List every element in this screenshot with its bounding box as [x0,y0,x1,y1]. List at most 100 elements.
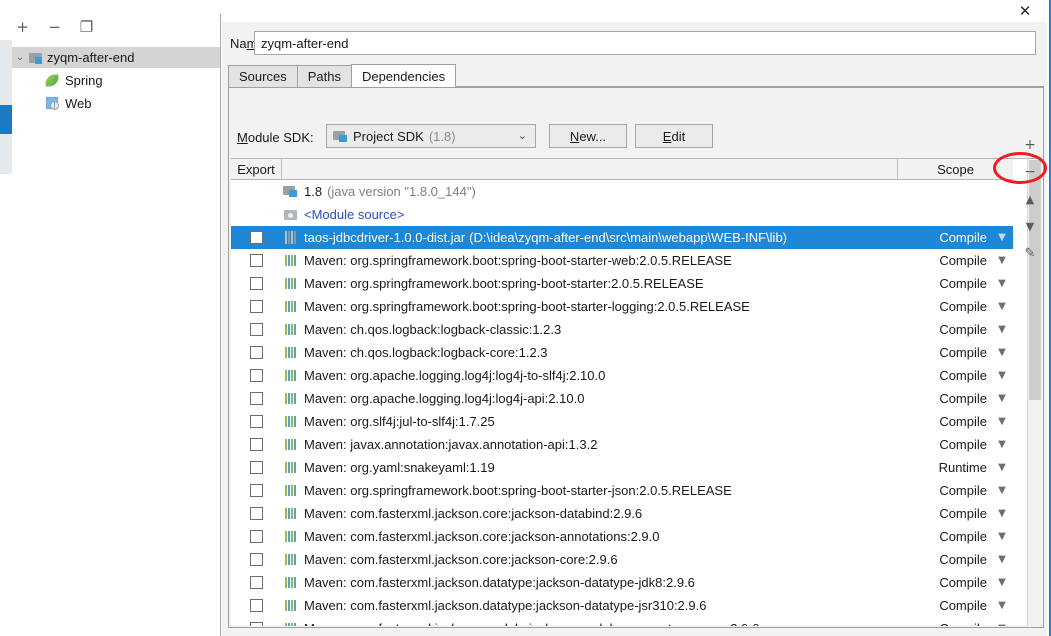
export-checkbox[interactable] [250,553,263,566]
export-checkbox[interactable] [250,392,263,405]
scope-cell[interactable]: Compile ▼ [898,226,1013,249]
export-checkbox[interactable] [250,323,263,336]
table-row[interactable]: Maven: org.springframework.boot:spring-b… [231,272,1013,295]
export-cell[interactable] [231,479,282,502]
export-cell[interactable] [231,295,282,318]
export-cell[interactable] [231,364,282,387]
scope-cell[interactable]: Compile ▼ [898,295,1013,318]
edit-sdk-button[interactable]: Edit [635,124,713,148]
chevron-down-icon[interactable]: ▼ [997,439,1007,450]
chevron-down-icon[interactable]: ▼ [997,531,1007,542]
export-cell[interactable] [231,502,282,525]
chevron-down-icon[interactable]: ⌄ [518,129,527,142]
export-cell[interactable] [231,617,282,626]
export-cell[interactable] [231,410,282,433]
copy-module-icon[interactable]: ❐ [78,19,95,36]
table-row[interactable]: Maven: com.fasterxml.jackson.datatype:ja… [231,571,1013,594]
tab-sources[interactable]: Sources [228,65,298,87]
add-dependency-icon[interactable]: + [1019,136,1041,154]
table-row[interactable]: Maven: javax.annotation:javax.annotation… [231,433,1013,456]
chevron-down-icon[interactable]: ▼ [997,278,1007,289]
export-checkbox[interactable] [250,231,263,244]
sidebar-item-web[interactable]: Web [12,93,220,114]
export-checkbox[interactable] [250,622,263,626]
module-name-input[interactable]: zyqm-after-end [254,31,1036,55]
table-row[interactable]: Maven: org.springframework.boot:spring-b… [231,249,1013,272]
scope-cell[interactable]: Compile ▼ [898,410,1013,433]
table-row[interactable]: Maven: com.fasterxml.jackson.module:jack… [231,617,1013,626]
tab-dependencies[interactable]: Dependencies [350,64,457,87]
export-cell[interactable] [231,318,282,341]
chevron-down-icon[interactable]: ▼ [997,393,1007,404]
export-cell[interactable] [231,548,282,571]
export-cell[interactable] [231,341,282,364]
scope-cell[interactable]: Compile ▼ [898,479,1013,502]
chevron-down-icon[interactable]: ▼ [997,416,1007,427]
table-row[interactable]: Maven: org.yaml:snakeyaml:1.19 Runtime ▼ [231,456,1013,479]
export-cell[interactable] [231,433,282,456]
export-checkbox[interactable] [250,530,263,543]
export-checkbox[interactable] [250,599,263,612]
export-checkbox[interactable] [250,576,263,589]
scope-cell[interactable]: Compile ▼ [898,387,1013,410]
table-row[interactable]: Maven: ch.qos.logback:logback-classic:1.… [231,318,1013,341]
sidebar-item-spring[interactable]: Spring [12,70,220,91]
new-sdk-button[interactable]: New... [549,124,627,148]
chevron-down-icon[interactable]: ▼ [997,255,1007,266]
chevron-down-icon[interactable]: ▼ [997,623,1007,626]
chevron-down-icon[interactable]: ▼ [997,508,1007,519]
export-checkbox[interactable] [250,369,263,382]
table-row[interactable]: Maven: ch.qos.logback:logback-core:1.2.3… [231,341,1013,364]
scope-cell[interactable]: Compile ▼ [898,502,1013,525]
column-header-export[interactable]: Export [231,158,282,180]
export-cell[interactable] [231,226,282,249]
table-row[interactable]: Maven: com.fasterxml.jackson.core:jackso… [231,548,1013,571]
chevron-down-icon[interactable]: ▼ [997,347,1007,358]
chevron-down-icon[interactable]: ▼ [997,600,1007,611]
chevron-down-icon[interactable]: ▼ [997,554,1007,565]
table-row[interactable]: Maven: org.springframework.boot:spring-b… [231,295,1013,318]
scope-cell[interactable]: Compile ▼ [898,433,1013,456]
chevron-down-icon[interactable]: ▼ [997,485,1007,496]
export-checkbox[interactable] [250,346,263,359]
scope-cell[interactable]: Compile ▼ [898,249,1013,272]
tab-paths[interactable]: Paths [296,65,352,87]
table-row[interactable]: 1.8 (java version "1.8.0_144") [231,180,1013,203]
move-up-icon[interactable]: ▲ [1019,190,1041,208]
table-row[interactable]: <Module source> [231,203,1013,226]
export-checkbox[interactable] [250,438,263,451]
export-checkbox[interactable] [250,415,263,428]
table-row[interactable]: Maven: org.springframework.boot:spring-b… [231,479,1013,502]
chevron-down-icon[interactable]: ▼ [997,370,1007,381]
export-cell[interactable] [231,272,282,295]
scope-cell[interactable]: Compile ▼ [898,594,1013,617]
scope-cell[interactable]: Compile ▼ [898,318,1013,341]
table-row[interactable]: Maven: org.apache.logging.log4j:log4j-ap… [231,387,1013,410]
export-checkbox[interactable] [250,254,263,267]
export-cell[interactable] [231,525,282,548]
export-cell[interactable] [231,594,282,617]
column-header-scope[interactable]: Scope [898,159,1013,180]
scope-cell[interactable]: Compile ▼ [898,272,1013,295]
export-cell[interactable] [231,456,282,479]
chevron-down-icon[interactable]: ▼ [997,577,1007,588]
chevron-down-icon[interactable]: ▼ [997,232,1007,243]
table-row[interactable]: Maven: com.fasterxml.jackson.core:jackso… [231,525,1013,548]
move-down-icon[interactable]: ▼ [1019,217,1041,235]
scope-cell[interactable]: Compile ▼ [898,341,1013,364]
scope-cell[interactable]: Compile ▼ [898,364,1013,387]
column-header-name[interactable] [282,158,898,180]
module-sdk-select[interactable]: Project SDK (1.8) ⌄ [326,124,536,148]
edit-dependency-icon[interactable]: ✎ [1019,244,1041,262]
export-checkbox[interactable] [250,507,263,520]
chevron-down-icon[interactable]: ⌄ [12,50,28,66]
chevron-down-icon[interactable]: ▼ [997,462,1007,473]
table-row[interactable]: Maven: org.slf4j:jul-to-slf4j:1.7.25 Com… [231,410,1013,433]
chevron-down-icon[interactable]: ▼ [997,301,1007,312]
export-checkbox[interactable] [250,461,263,474]
export-cell[interactable] [231,571,282,594]
scope-cell[interactable]: Compile ▼ [898,548,1013,571]
table-row[interactable]: taos-jdbcdriver-1.0.0-dist.jar (D:\idea\… [231,226,1013,249]
close-icon[interactable]: ✕ [1003,0,1047,22]
export-cell[interactable] [231,249,282,272]
